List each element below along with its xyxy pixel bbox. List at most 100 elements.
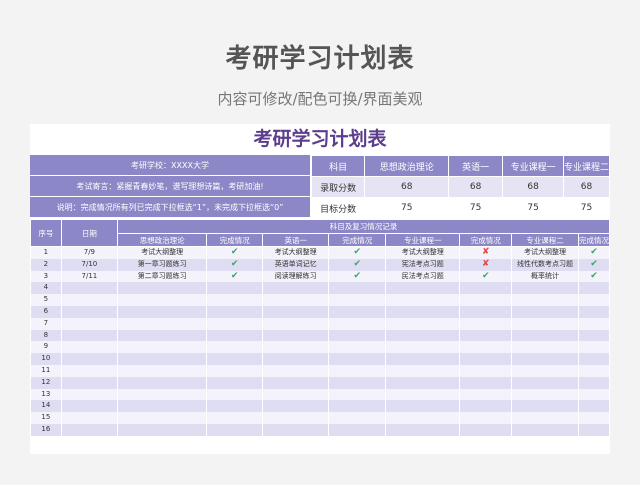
status-cell[interactable] [328,423,387,436]
task-cell[interactable] [511,364,579,377]
date-cell[interactable] [60,353,119,365]
status-cell[interactable]: ✔ [206,258,263,271]
status-cell[interactable] [328,376,387,389]
status-cell[interactable] [206,282,263,295]
usage-note[interactable]: 说明：完成情况所有列已完成下拉框选“1”，未完成下拉框选“0” [30,197,310,218]
score-cell[interactable]: 75 [448,197,504,219]
status-cell[interactable] [206,329,263,342]
status-cell[interactable] [459,329,513,342]
task-cell[interactable] [385,282,461,295]
status-cell[interactable] [206,353,263,365]
task-cell[interactable]: 线性代数考点习题 [511,258,579,271]
date-cell[interactable] [60,317,119,330]
score-cell[interactable]: 68 [364,176,450,198]
status-cell[interactable] [459,388,513,401]
status-cell[interactable]: ✘ [459,258,513,271]
status-cell[interactable]: ✔ [328,270,387,283]
status-cell[interactable] [328,341,387,354]
date-cell[interactable]: 7/9 [60,246,119,259]
status-cell[interactable] [206,388,263,401]
status-cell[interactable] [328,364,387,377]
status-cell[interactable]: ✔ [577,246,610,259]
date-cell[interactable]: 7/10 [60,258,119,271]
task-cell[interactable]: 考试大纲整理 [385,246,461,259]
task-cell[interactable] [117,329,208,342]
task-cell[interactable] [261,341,330,354]
task-cell[interactable] [261,305,330,318]
task-cell[interactable] [385,400,461,413]
task-cell[interactable] [261,423,330,436]
status-cell[interactable] [328,317,387,330]
score-cell[interactable]: 75 [364,197,450,219]
status-cell[interactable] [328,329,387,342]
status-cell[interactable] [459,423,513,436]
task-cell[interactable] [261,412,330,424]
status-cell[interactable] [206,412,263,424]
status-cell[interactable] [328,353,387,365]
task-cell[interactable] [261,282,330,295]
status-cell[interactable] [577,412,610,424]
task-cell[interactable] [261,400,330,413]
status-cell[interactable] [206,305,263,318]
task-cell[interactable] [117,400,208,413]
status-cell[interactable] [206,423,263,436]
score-cell[interactable]: 68 [502,176,564,198]
task-cell[interactable] [261,388,330,401]
status-cell[interactable] [577,341,610,354]
status-cell[interactable] [206,376,263,389]
status-cell[interactable] [206,400,263,413]
task-cell[interactable] [511,423,579,436]
task-cell[interactable] [117,353,208,365]
status-cell[interactable] [459,376,513,389]
exam-motto[interactable]: 考试寄言：紧握青春妙笔，谱写理想诗篇，考研加油! [30,176,310,197]
date-cell[interactable] [60,329,119,342]
task-cell[interactable] [385,376,461,389]
status-cell[interactable] [577,294,610,306]
task-cell[interactable] [117,341,208,354]
status-cell[interactable]: ✔ [577,270,610,283]
score-cell[interactable]: 75 [562,197,610,219]
task-cell[interactable] [117,364,208,377]
status-cell[interactable] [577,388,610,401]
status-cell[interactable]: ✔ [328,246,387,259]
status-cell[interactable] [206,294,263,306]
task-cell[interactable] [261,294,330,306]
task-cell[interactable] [511,412,579,424]
status-cell[interactable]: ✔ [206,270,263,283]
status-cell[interactable] [328,305,387,318]
status-cell[interactable] [328,412,387,424]
date-cell[interactable] [60,376,119,389]
task-cell[interactable]: 第二章习题练习 [117,270,208,283]
date-cell[interactable]: 7/11 [60,270,119,283]
task-cell[interactable] [117,305,208,318]
date-cell[interactable] [60,282,119,295]
task-cell[interactable] [117,294,208,306]
task-cell[interactable] [511,294,579,306]
task-cell[interactable]: 阅读理解练习 [261,270,330,283]
task-cell[interactable] [511,353,579,365]
status-cell[interactable] [328,294,387,306]
task-cell[interactable] [385,423,461,436]
date-cell[interactable] [60,388,119,401]
task-cell[interactable] [511,317,579,330]
task-cell[interactable] [117,412,208,424]
task-cell[interactable]: 英语单词记忆 [261,258,330,271]
status-cell[interactable] [577,364,610,377]
task-cell[interactable]: 第一章习题练习 [117,258,208,271]
task-cell[interactable] [261,329,330,342]
date-cell[interactable] [60,412,119,424]
task-cell[interactable] [511,282,579,295]
task-cell[interactable] [261,317,330,330]
task-cell[interactable] [385,305,461,318]
task-cell[interactable] [385,317,461,330]
date-cell[interactable] [60,400,119,413]
date-cell[interactable] [60,423,119,436]
task-cell[interactable] [117,423,208,436]
task-cell[interactable] [385,364,461,377]
task-cell[interactable]: 考试大纲整理 [511,246,579,259]
task-cell[interactable] [385,329,461,342]
task-cell[interactable] [385,341,461,354]
task-cell[interactable] [385,353,461,365]
status-cell[interactable] [459,317,513,330]
status-cell[interactable]: ✔ [206,246,263,259]
